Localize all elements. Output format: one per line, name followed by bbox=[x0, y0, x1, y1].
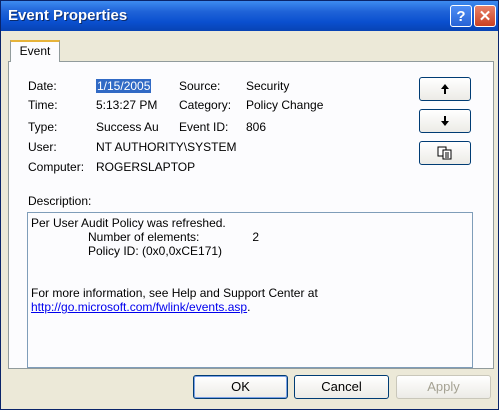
user-value: NT AUTHORITY\SYSTEM bbox=[96, 140, 237, 154]
link-suffix: . bbox=[247, 300, 251, 314]
copy-to-clipboard-button[interactable] bbox=[419, 141, 471, 165]
description-line-5: http://go.microsoft.com/fwlink/events.as… bbox=[31, 300, 469, 314]
source-label: Source: bbox=[179, 79, 221, 93]
tab-event[interactable]: Event bbox=[10, 40, 60, 62]
time-value: 5:13:27 PM bbox=[96, 98, 158, 112]
help-link[interactable]: http://go.microsoft.com/fwlink/events.as… bbox=[31, 300, 247, 314]
category-value: Policy Change bbox=[246, 98, 324, 112]
close-button[interactable]: ✕ bbox=[474, 5, 496, 27]
next-event-button[interactable] bbox=[419, 109, 471, 133]
ok-button[interactable]: OK bbox=[193, 375, 288, 399]
type-value: Success Au bbox=[96, 120, 159, 134]
description-text-area[interactable]: Per User Audit Policy was refreshed. Num… bbox=[27, 212, 473, 368]
computer-label: Computer: bbox=[28, 160, 85, 174]
close-icon: ✕ bbox=[478, 8, 492, 25]
event-properties-dialog: Event Properties ? ✕ Event Date: 1/15/20… bbox=[0, 0, 499, 410]
time-label: Time: bbox=[28, 98, 58, 112]
apply-button[interactable]: Apply bbox=[396, 375, 491, 399]
elements-count: 2 bbox=[252, 230, 260, 244]
computer-value: ROGERSLAPTOP bbox=[96, 160, 196, 174]
description-line-1: Per User Audit Policy was refreshed. bbox=[31, 216, 226, 230]
source-value: Security bbox=[246, 79, 290, 93]
title-bar[interactable]: Event Properties ? ✕ bbox=[1, 1, 498, 31]
description-label: Description: bbox=[28, 194, 92, 208]
copy-icon bbox=[437, 146, 452, 160]
event-id-value: 806 bbox=[246, 120, 267, 134]
description-line-2: Number of elements: 2 bbox=[31, 230, 469, 244]
previous-event-button[interactable] bbox=[419, 77, 471, 101]
arrow-down-icon bbox=[441, 116, 449, 126]
cancel-button[interactable]: Cancel bbox=[294, 375, 389, 399]
window-title: Event Properties bbox=[8, 7, 128, 24]
date-label: Date: bbox=[28, 79, 57, 93]
help-button[interactable]: ? bbox=[450, 5, 472, 27]
event-id-label: Event ID: bbox=[179, 120, 229, 134]
user-label: User: bbox=[28, 140, 57, 154]
description-line-4: For more information, see Help and Suppo… bbox=[31, 286, 318, 300]
category-label: Category: bbox=[179, 98, 232, 112]
arrow-up-icon bbox=[441, 84, 449, 94]
date-value[interactable]: 1/15/2005 bbox=[96, 79, 152, 93]
type-label: Type: bbox=[28, 120, 58, 134]
elements-label: Number of elements: bbox=[88, 230, 200, 244]
date-text: 1/15/2005 bbox=[96, 79, 152, 93]
help-icon: ? bbox=[456, 7, 466, 25]
description-line-3: Policy ID: (0x0,0xCE171) bbox=[88, 244, 223, 258]
